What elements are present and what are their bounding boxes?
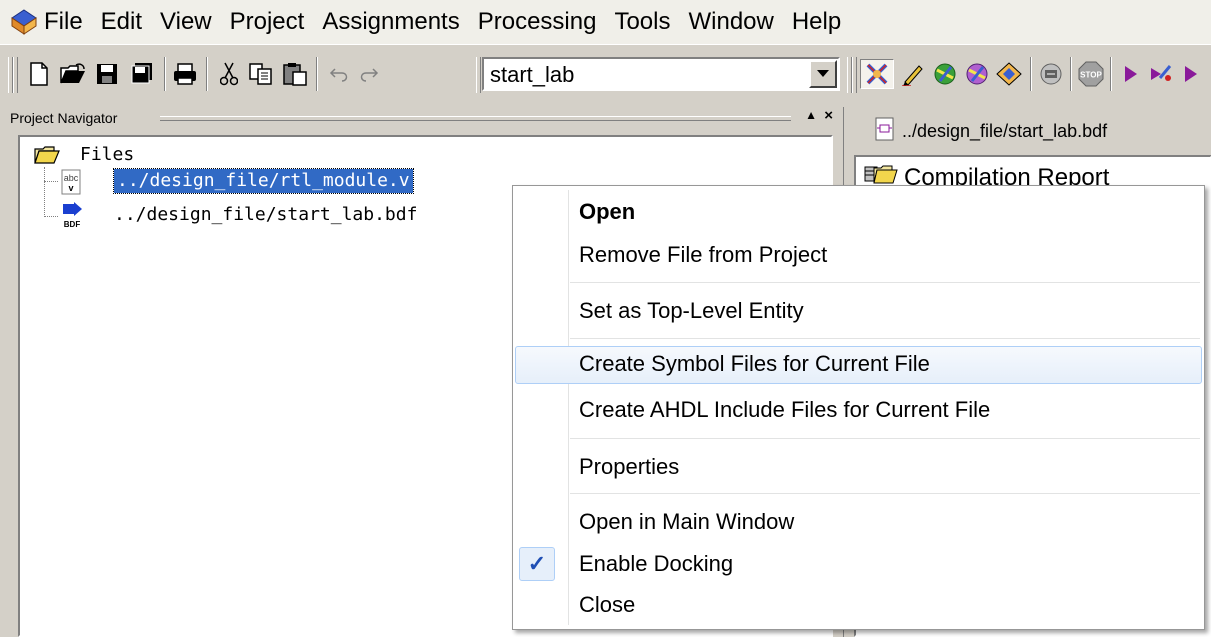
paste-icon[interactable] — [280, 59, 310, 89]
document-tab-label: ../design_file/start_lab.bdf — [902, 121, 1108, 141]
redo-icon[interactable] — [354, 59, 384, 89]
menu-edit[interactable]: Edit — [92, 0, 151, 44]
toolbar-grip[interactable] — [476, 57, 481, 93]
menu-item-open[interactable]: Open — [515, 194, 1202, 230]
project-combo[interactable]: start_lab — [482, 57, 840, 91]
stop-icon[interactable]: STOP — [1076, 59, 1106, 89]
menu-item-open-in-main-window[interactable]: Open in Main Window — [515, 504, 1202, 540]
bdf-file-icon: BDF — [60, 201, 84, 229]
project-combo-value: start_lab — [490, 62, 575, 87]
menu-tools[interactable]: Tools — [605, 0, 679, 44]
menu-item-create-ahdl-include[interactable]: Create AHDL Include Files for Current Fi… — [515, 392, 1202, 428]
start-icon[interactable] — [1180, 59, 1200, 89]
svg-text:STOP: STOP — [1080, 71, 1102, 80]
menu-item-set-top-level[interactable]: Set as Top-Level Entity — [515, 293, 1202, 329]
menu-window[interactable]: Window — [679, 0, 782, 44]
context-menu: Open Remove File from Project Set as Top… — [512, 185, 1205, 630]
compiler-icon[interactable] — [860, 59, 894, 89]
menu-file[interactable]: File — [42, 0, 92, 44]
menu-bar: File Edit View Project Assignments Proce… — [0, 0, 1211, 44]
menu-project[interactable]: Project — [221, 0, 314, 44]
folder-icon — [34, 145, 60, 165]
fitter-icon[interactable] — [962, 59, 992, 89]
menu-item-label: Open — [579, 199, 636, 224]
close-icon[interactable]: × — [824, 107, 833, 124]
print-icon[interactable] — [170, 59, 200, 89]
save-icon[interactable] — [92, 59, 122, 89]
open-icon[interactable] — [58, 59, 88, 89]
menu-item-enable-docking[interactable]: ✓ Enable Docking — [515, 546, 1202, 582]
svg-text:BDF: BDF — [64, 220, 81, 229]
toolbar-grip[interactable] — [852, 57, 857, 93]
new-icon[interactable] — [24, 59, 54, 89]
tree-file-rtl-module[interactable]: ../design_file/rtl_module.v — [113, 168, 414, 194]
menu-item-label: Close — [579, 592, 636, 617]
document-tab[interactable]: ../design_file/start_lab.bdf — [874, 117, 1107, 146]
menu-item-label: Remove File from Project — [579, 242, 828, 267]
start-analysis-icon[interactable] — [1146, 59, 1176, 89]
svg-text:v: v — [68, 183, 73, 193]
start-icon[interactable] — [1116, 59, 1146, 89]
menu-item-close[interactable]: Close — [515, 587, 1202, 623]
menu-item-remove-file[interactable]: Remove File from Project — [515, 237, 1202, 273]
svg-text:abc: abc — [64, 173, 79, 183]
menu-assignments[interactable]: Assignments — [313, 0, 468, 44]
project-navigator-title: Project Navigator — [10, 109, 122, 127]
verilog-file-icon: abc v — [60, 169, 82, 195]
menu-item-label: Enable Docking — [579, 551, 734, 576]
undo-icon[interactable] — [324, 59, 354, 89]
toolbar: start_lab STOP — [0, 44, 1211, 108]
save-all-icon[interactable] — [126, 59, 156, 89]
menu-item-create-symbol-files[interactable]: Create Symbol Files for Current File — [515, 346, 1202, 384]
menu-item-label: Set as Top-Level Entity — [579, 298, 804, 323]
pin-icon[interactable]: ▲ — [805, 108, 817, 122]
cut-icon[interactable] — [214, 59, 244, 89]
copy-icon[interactable] — [246, 59, 276, 89]
checkmark-icon: ✓ — [519, 547, 555, 581]
tree-root-files[interactable]: Files — [80, 143, 134, 167]
menu-item-label: Properties — [579, 454, 680, 479]
timing-icon[interactable] — [1036, 59, 1066, 89]
assembler-icon[interactable] — [994, 59, 1024, 89]
toolbar-grip[interactable] — [13, 57, 18, 93]
menu-item-properties[interactable]: Properties — [515, 449, 1202, 485]
chevron-down-icon[interactable] — [809, 60, 837, 88]
menu-item-label: Open in Main Window — [579, 509, 795, 534]
menu-item-label: Create AHDL Include Files for Current Fi… — [579, 397, 991, 422]
edit-icon[interactable] — [898, 59, 928, 89]
menu-help[interactable]: Help — [783, 0, 850, 44]
menu-processing[interactable]: Processing — [469, 0, 606, 44]
menu-view[interactable]: View — [151, 0, 221, 44]
bdf-document-icon — [874, 117, 896, 146]
menu-item-label: Create Symbol Files for Current File — [579, 351, 930, 376]
analysis-icon[interactable] — [930, 59, 960, 89]
quartus-app-icon[interactable] — [6, 7, 42, 37]
tree-file-start-lab[interactable]: ../design_file/start_lab.bdf — [114, 203, 417, 227]
